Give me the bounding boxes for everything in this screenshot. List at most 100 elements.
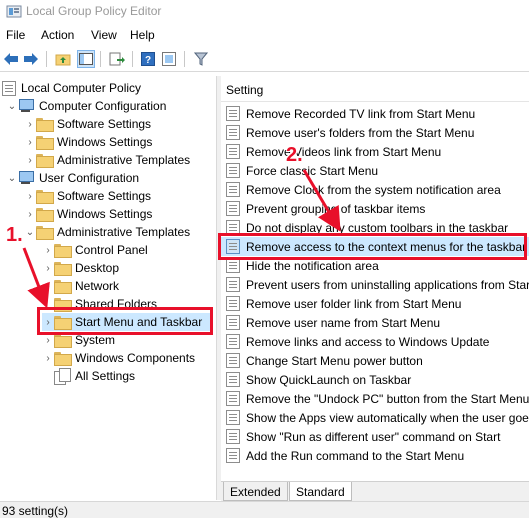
folder-icon (36, 136, 54, 150)
tree-item-label: Network (75, 279, 120, 293)
export-list-icon[interactable] (108, 50, 126, 68)
help-icon[interactable]: ? (139, 50, 157, 68)
list-item[interactable]: Change Start Menu power button (221, 351, 529, 370)
tree-item-windows-settings[interactable]: › Windows Settings (24, 133, 152, 151)
list-item[interactable]: Remove the "Undock PC" button from the S… (221, 389, 529, 408)
properties-icon[interactable] (160, 50, 178, 68)
folder-icon (36, 190, 54, 204)
forward-icon[interactable] (22, 50, 40, 68)
policy-setting-icon (226, 277, 240, 292)
policy-setting-icon (226, 163, 240, 178)
title-bar: Local Group Policy Editor (0, 0, 529, 24)
toolbar: ? (0, 47, 529, 72)
list-item[interactable]: Show QuickLaunch on Taskbar (221, 370, 529, 389)
policy-setting-icon (226, 429, 240, 444)
tree-item-label: Windows Settings (57, 135, 153, 149)
tab-extended[interactable]: Extended (223, 482, 288, 501)
chevron-right-icon[interactable]: › (24, 115, 36, 133)
list-item[interactable]: Remove Videos link from Start Menu (221, 142, 529, 161)
tree-item-label: User Configuration (39, 171, 140, 185)
list-item[interactable]: Prevent grouping of taskbar items (221, 199, 529, 218)
policy-setting-icon (226, 258, 240, 273)
tree-pane: Local Computer Policy ⌄ Computer Configu… (0, 76, 216, 500)
status-bar: 93 setting(s) (0, 501, 529, 518)
menu-view[interactable]: View (91, 28, 117, 42)
list-item-label: Remove links and access to Windows Updat… (246, 334, 490, 349)
list-item[interactable]: Show the Apps view automatically when th… (221, 408, 529, 427)
list-item[interactable]: Remove user name from Start Menu (221, 313, 529, 332)
tree-item-user-configuration[interactable]: ⌄ User Configuration (6, 169, 139, 187)
policy-setting-icon (226, 182, 240, 197)
folder-icon (54, 244, 72, 258)
policy-setting-icon (226, 334, 240, 349)
tab-standard[interactable]: Standard (289, 482, 352, 501)
computer-icon (18, 99, 34, 113)
toolbar-separator (132, 51, 133, 67)
list-item[interactable]: Remove links and access to Windows Updat… (221, 332, 529, 351)
list-item-label: Remove user name from Start Menu (246, 315, 441, 330)
policy-setting-icon (226, 125, 240, 140)
all-settings-icon (54, 368, 71, 385)
tree-item-network[interactable]: › Network (42, 277, 119, 295)
chevron-right-icon[interactable]: › (42, 259, 54, 277)
settings-list-pane: Setting Remove Recorded TV link from Sta… (221, 76, 529, 500)
tree-item-software-settings[interactable]: › Software Settings (24, 187, 151, 205)
filter-icon[interactable] (192, 50, 210, 68)
tree-item-administrative-templates[interactable]: › Administrative Templates (24, 151, 190, 169)
tree-item-control-panel[interactable]: › Control Panel (42, 241, 148, 259)
folder-open-icon (36, 226, 54, 240)
chevron-right-icon[interactable]: › (42, 241, 54, 259)
policy-setting-icon (226, 296, 240, 311)
folder-icon (36, 154, 54, 168)
back-icon[interactable] (2, 50, 20, 68)
tree-item-software-settings[interactable]: › Software Settings (24, 115, 151, 133)
list-item-label: Add the Run command to the Start Menu (246, 448, 465, 463)
chevron-right-icon[interactable]: › (24, 133, 36, 151)
list-item[interactable]: Remove Clock from the system notificatio… (221, 180, 529, 199)
list-item[interactable]: Remove Recorded TV link from Start Menu (221, 104, 529, 123)
chevron-right-icon[interactable]: › (24, 151, 36, 169)
folder-icon (54, 352, 72, 366)
tree-item-all-settings[interactable]: All Settings (54, 367, 135, 385)
menu-help[interactable]: Help (130, 28, 155, 42)
list-item[interactable]: Prevent users from uninstalling applicat… (221, 275, 529, 294)
menu-file[interactable]: File (6, 28, 25, 42)
chevron-right-icon[interactable]: › (24, 205, 36, 223)
tree-item-label: Control Panel (75, 243, 148, 257)
show-hide-tree-icon[interactable] (77, 50, 95, 68)
tree-item-administrative-templates[interactable]: ⌄ Administrative Templates (24, 223, 190, 241)
chevron-down-icon[interactable]: ⌄ (6, 97, 18, 115)
tree-item-label: Administrative Templates (57, 153, 191, 167)
chevron-down-icon[interactable]: ⌄ (24, 223, 36, 241)
folder-icon (36, 118, 54, 132)
list-item[interactable]: Add the Run command to the Start Menu (221, 446, 529, 465)
up-folder-icon[interactable] (54, 50, 72, 68)
step-1-label: 1. (6, 224, 23, 246)
tree-item-local-computer-policy[interactable]: Local Computer Policy (2, 79, 141, 97)
tree-item-desktop[interactable]: › Desktop (42, 259, 119, 277)
toolbar-separator (46, 51, 47, 67)
list-item[interactable]: Force classic Start Menu (221, 161, 529, 180)
list-item-label: Show QuickLaunch on Taskbar (246, 372, 412, 387)
list-item[interactable]: Remove user folder link from Start Menu (221, 294, 529, 313)
tree-item-windows-settings[interactable]: › Windows Settings (24, 205, 152, 223)
tree-item-windows-components[interactable]: › Windows Components (42, 349, 195, 367)
menu-action[interactable]: Action (41, 28, 74, 42)
svg-text:?: ? (145, 55, 151, 66)
folder-icon (54, 262, 72, 276)
list-item[interactable]: Remove user's folders from the Start Men… (221, 123, 529, 142)
step-2-label: 2. (286, 144, 303, 166)
chevron-down-icon[interactable]: ⌄ (6, 169, 18, 187)
list-item[interactable]: Show "Run as different user" command on … (221, 427, 529, 446)
list-item-label: Show the Apps view automatically when th… (246, 410, 529, 425)
user-computer-icon (18, 171, 34, 185)
list-item-label: Prevent users from uninstalling applicat… (246, 277, 529, 292)
column-header-setting[interactable]: Setting (221, 76, 529, 102)
policy-document-icon (2, 80, 16, 96)
chevron-right-icon[interactable]: › (42, 277, 54, 295)
chevron-right-icon[interactable]: › (24, 187, 36, 205)
list-item-label: Remove Recorded TV link from Start Menu (246, 106, 476, 121)
tree-item-computer-configuration[interactable]: ⌄ Computer Configuration (6, 97, 166, 115)
chevron-right-icon[interactable]: › (42, 349, 54, 367)
tree-item-label: Windows Components (75, 351, 196, 365)
